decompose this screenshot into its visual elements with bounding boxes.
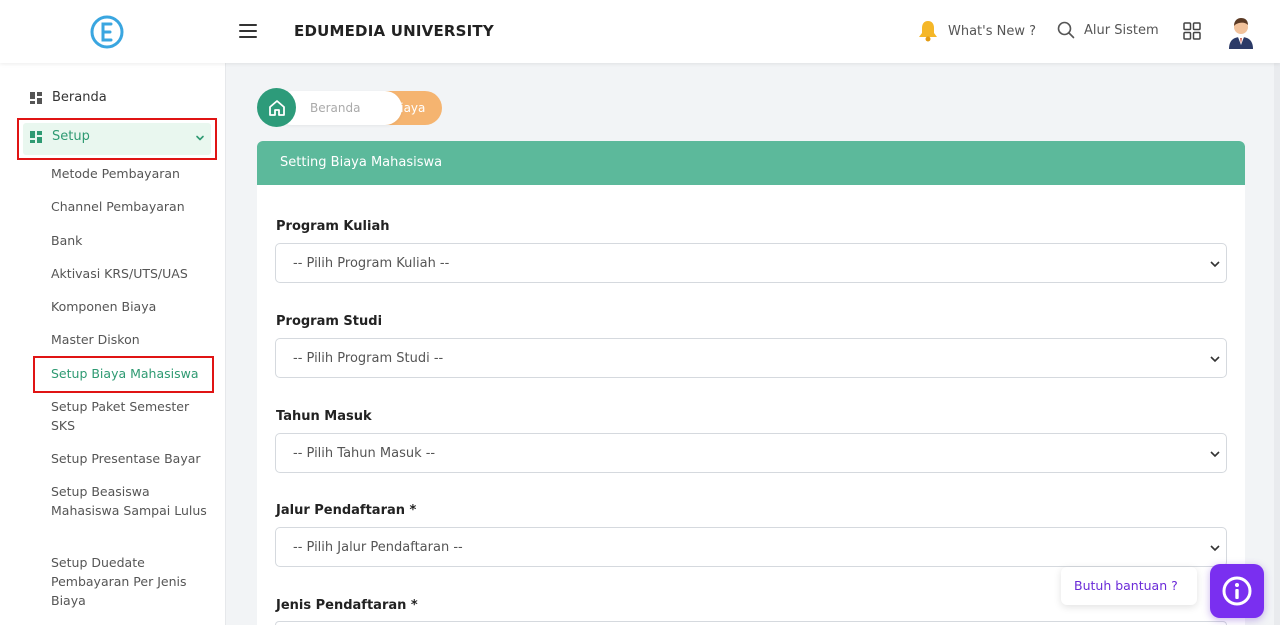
grid-icon[interactable] (1183, 22, 1201, 40)
jalur-pendaftaran-value: -- Pilih Jalur Pendaftaran -- (293, 540, 463, 555)
info-icon (1222, 576, 1252, 606)
submenu-komponen-biaya[interactable]: Komponen Biaya (51, 297, 211, 316)
jalur-pendaftaran-label: Jalur Pendaftaran * (276, 503, 417, 518)
program-kuliah-value: -- Pilih Program Kuliah -- (293, 256, 450, 271)
program-studi-label: Program Studi (276, 314, 383, 329)
whats-new-button[interactable]: What's New ? (916, 19, 1036, 43)
breadcrumb-beranda-label: Beranda (310, 101, 361, 115)
sidebar: Beranda Setup Metode Pembayaran Channel … (0, 63, 226, 625)
sidebar-item-label: Beranda (52, 90, 107, 105)
home-icon (268, 99, 285, 116)
whats-new-label: What's New ? (948, 23, 1037, 39)
tahun-masuk-label: Tahun Masuk (276, 409, 372, 424)
submenu-aktivasi-krs[interactable]: Aktivasi KRS/UTS/UAS (51, 264, 211, 283)
chevron-down-icon (1210, 356, 1220, 363)
help-bubble[interactable]: Butuh bantuan ? (1061, 567, 1197, 605)
submenu-setup-beasiswa[interactable]: Setup Beasiswa Mahasiswa Sampai Lulus (51, 482, 211, 520)
jalur-pendaftaran-select[interactable]: -- Pilih Jalur Pendaftaran -- (275, 527, 1227, 567)
chevron-down-icon (1210, 451, 1220, 458)
breadcrumb-home[interactable] (257, 88, 296, 127)
submenu-setup-paket-semester-sks[interactable]: Setup Paket Semester SKS (51, 397, 211, 435)
submenu-metode-pembayaran[interactable]: Metode Pembayaran (51, 164, 211, 183)
sidebar-item-beranda[interactable]: Beranda (30, 90, 107, 105)
dashboard-icon (30, 91, 42, 104)
tahun-masuk-value: -- Pilih Tahun Masuk -- (293, 446, 436, 461)
brand-title: EDUMEDIA UNIVERSITY (294, 22, 494, 40)
jenis-pendaftaran-label: Jenis Pendaftaran * (276, 598, 418, 613)
alur-sistem-button[interactable]: Alur Sistem (1057, 21, 1159, 39)
submenu-bank[interactable]: Bank (51, 231, 211, 250)
logo-icon[interactable] (90, 15, 124, 49)
search-icon (1057, 21, 1075, 39)
top-header: EDUMEDIA UNIVERSITY What's New ? Alur Si… (0, 0, 1280, 63)
submenu-master-diskon[interactable]: Master Diskon (51, 330, 211, 349)
alur-sistem-label: Alur Sistem (1084, 22, 1159, 38)
help-text: Butuh bantuan ? (1074, 578, 1178, 593)
program-studi-value: -- Pilih Program Studi -- (293, 351, 444, 366)
card-title: Setting Biaya Mahasiswa (280, 155, 443, 170)
card-header: Setting Biaya Mahasiswa (257, 141, 1245, 185)
help-button[interactable] (1210, 564, 1264, 618)
program-kuliah-select[interactable]: -- Pilih Program Kuliah -- (275, 243, 1227, 283)
submenu-setup-biaya-mahasiswa[interactable]: Setup Biaya Mahasiswa (51, 364, 211, 383)
program-kuliah-label: Program Kuliah (276, 219, 390, 234)
chevron-down-icon (1210, 545, 1220, 552)
submenu-setup-presentase-bayar[interactable]: Setup Presentase Bayar (51, 449, 211, 468)
chevron-down-icon (1210, 261, 1220, 268)
sidebar-item-setup-content[interactable]: Setup (30, 129, 90, 144)
chevron-down-icon[interactable] (195, 133, 205, 143)
submenu-setup-duedate[interactable]: Setup Duedate Pembayaran Per Jenis Biaya (51, 553, 211, 610)
hamburger-icon[interactable] (237, 20, 261, 42)
scrollbar[interactable] (1274, 63, 1280, 625)
dashboard-icon (30, 130, 42, 143)
avatar[interactable] (1226, 15, 1256, 49)
submenu-channel-pembayaran[interactable]: Channel Pembayaran (51, 197, 211, 216)
sidebar-item-label: Setup (52, 129, 90, 144)
jenis-pendaftaran-select[interactable] (275, 621, 1227, 625)
bell-icon (919, 21, 937, 42)
tahun-masuk-select[interactable]: -- Pilih Tahun Masuk -- (275, 433, 1227, 473)
program-studi-select[interactable]: -- Pilih Program Studi -- (275, 338, 1227, 378)
